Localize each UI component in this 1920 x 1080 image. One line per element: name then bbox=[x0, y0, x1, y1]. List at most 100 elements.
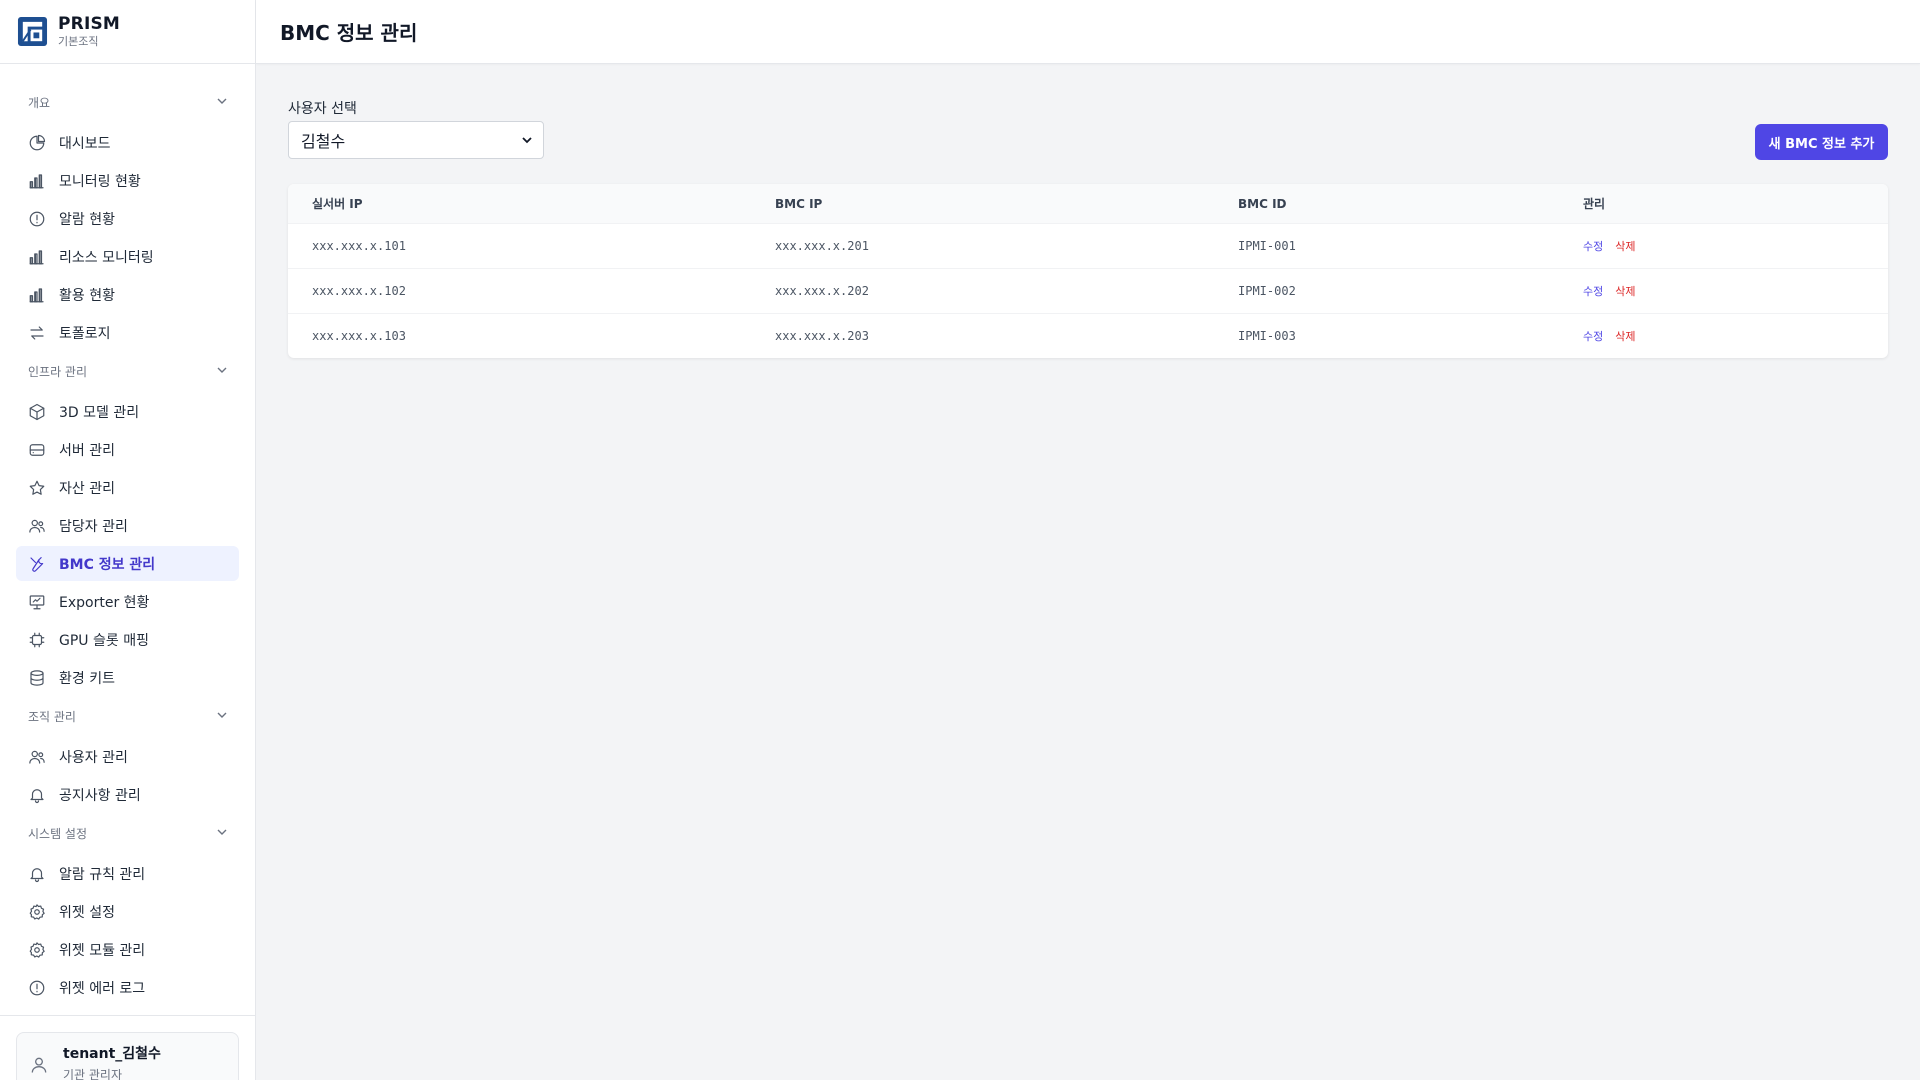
nav-section: 인프라 관리 3D 모델 관리서버 관리자산 관리담당자 관리 BMC 정보 관리 E… bbox=[16, 356, 239, 695]
sidebar-item[interactable]: 활용 현황 bbox=[16, 277, 239, 312]
nav-section-header[interactable]: 개요 bbox=[16, 87, 239, 117]
sidebar-item[interactable]: 담당자 관리 bbox=[16, 508, 239, 543]
user-select-label: 사용자 선택 bbox=[288, 101, 357, 117]
sidebar-item[interactable]: 위젯 에러 로그 bbox=[16, 970, 239, 1005]
alert-circle-icon bbox=[28, 210, 46, 228]
sidebar-item[interactable]: 모니터링 현황 bbox=[16, 163, 239, 198]
nav-section: 개요대시보드모니터링 현황알람 현황리소스 모니터링활용 현황토폴로지 bbox=[16, 87, 239, 350]
row-actions: 수정 삭제 bbox=[1559, 238, 1888, 254]
sidebar-item[interactable]: 위젯 설정 bbox=[16, 894, 239, 929]
sidebar-item-label: 위젯 설정 bbox=[59, 904, 115, 921]
nav-section-header[interactable]: 인프라 관리 bbox=[16, 356, 239, 386]
nav-section: 조직 관리사용자 관리공지사항 관리 bbox=[16, 701, 239, 812]
edit-link[interactable]: 수정 bbox=[1583, 283, 1603, 299]
nav-section-header[interactable]: 시스템 설정 bbox=[16, 818, 239, 848]
table-row: xxx.xxx.x.101 xxx.xxx.x.201 IPMI-001 수정 삭제 bbox=[288, 223, 1888, 268]
divider bbox=[0, 1015, 255, 1016]
sidebar-item[interactable]: 자산 관리 bbox=[16, 470, 239, 505]
header-actions: 관리 bbox=[1583, 197, 1606, 211]
user-select[interactable]: 김철수 bbox=[288, 121, 544, 159]
sidebar-item-label: 대시보드 bbox=[59, 135, 111, 152]
arrows-swap-icon bbox=[28, 324, 46, 342]
bell-icon bbox=[28, 865, 46, 883]
user-name: tenant_김철수 bbox=[63, 1046, 161, 1062]
users-icon bbox=[28, 748, 46, 766]
header-bmc-ip[interactable]: BMC IP bbox=[751, 197, 1214, 211]
gear-icon bbox=[28, 941, 46, 959]
add-bmc-button[interactable]: 새 BMC 정보 추가 bbox=[1755, 124, 1888, 160]
bmc-ip-cell: xxx.xxx.x.202 bbox=[775, 284, 869, 298]
delete-link[interactable]: 삭제 bbox=[1615, 328, 1635, 344]
gear-icon bbox=[28, 903, 46, 921]
table-row: xxx.xxx.x.102 xxx.xxx.x.202 IPMI-002 수정 삭제 bbox=[288, 268, 1888, 313]
sidebar-item[interactable]: 알람 규칙 관리 bbox=[16, 856, 239, 891]
sidebar-item-label: 토폴로지 bbox=[59, 325, 111, 342]
user-role: 기관 관리자 bbox=[63, 1068, 123, 1080]
sidebar-item-label: 사용자 관리 bbox=[59, 749, 128, 766]
nav-section-label: 인프라 관리 bbox=[28, 364, 88, 379]
sidebar-item-label: BMC 정보 관리 bbox=[59, 556, 156, 573]
chevron-down-icon bbox=[215, 825, 229, 842]
sidebar-item-label: 공지사항 관리 bbox=[59, 787, 141, 804]
sidebar-item-label: 환경 키트 bbox=[59, 670, 115, 687]
sidebar-item-label: GPU 슬롯 매핑 bbox=[59, 632, 149, 649]
header-server-ip[interactable]: 실서버 IP bbox=[288, 195, 751, 212]
database-icon bbox=[28, 669, 46, 687]
sidebar-item[interactable]: 환경 키트 bbox=[16, 660, 239, 695]
sidebar-item[interactable]: GPU 슬롯 매핑 bbox=[16, 622, 239, 657]
sidebar-item[interactable]: 위젯 모듈 관리 bbox=[16, 932, 239, 967]
bmc-table: 실서버 IP BMC IP BMC ID 관리 xxx.xxx.x.101 xxx… bbox=[288, 184, 1888, 358]
nav-section-label: 시스템 설정 bbox=[28, 826, 88, 841]
brand[interactable]: PRISM 기본조직 bbox=[0, 0, 255, 64]
server-ip-cell: xxx.xxx.x.103 bbox=[312, 329, 406, 343]
nav-section-header[interactable]: 조직 관리 bbox=[16, 701, 239, 731]
sidebar-item[interactable]: BMC 정보 관리 bbox=[16, 546, 239, 581]
chevron-down-icon bbox=[215, 708, 229, 725]
sidebar-item[interactable]: 3D 모델 관리 bbox=[16, 394, 239, 429]
sidebar-item-label: 자산 관리 bbox=[59, 480, 115, 497]
sidebar-item[interactable]: 사용자 관리 bbox=[16, 739, 239, 774]
edit-link[interactable]: 수정 bbox=[1583, 238, 1603, 254]
brand-subtitle: 기본조직 bbox=[58, 35, 99, 48]
users-icon bbox=[28, 517, 46, 535]
cube-icon bbox=[28, 403, 46, 421]
sidebar-item-label: 3D 모델 관리 bbox=[59, 404, 140, 421]
sidebar-item[interactable]: 서버 관리 bbox=[16, 432, 239, 467]
alert-circle-icon bbox=[28, 979, 46, 997]
delete-link[interactable]: 삭제 bbox=[1615, 283, 1635, 299]
sidebar-item[interactable]: Exporter 현황 bbox=[16, 584, 239, 619]
pie-chart-icon bbox=[28, 134, 46, 152]
chip-icon bbox=[28, 631, 46, 649]
server-ip-cell: xxx.xxx.x.102 bbox=[312, 284, 406, 298]
bar-chart-icon bbox=[28, 248, 46, 266]
sidebar-item-label: 담당자 관리 bbox=[59, 518, 128, 535]
sidebar-item[interactable]: 공지사항 관리 bbox=[16, 777, 239, 812]
chevron-down-icon bbox=[215, 363, 229, 380]
sidebar: PRISM 기본조직 개요대시보드모니터링 현황알람 현황리소스 모니터링활용 … bbox=[0, 0, 256, 1080]
bar-chart-icon bbox=[28, 172, 46, 190]
chevron-down-icon bbox=[522, 137, 532, 144]
user-profile-card[interactable]: tenant_김철수 기관 관리자 bbox=[16, 1032, 239, 1080]
sidebar-item-label: 리소스 모니터링 bbox=[59, 249, 154, 266]
nav-section-label: 조직 관리 bbox=[28, 709, 76, 724]
row-actions: 수정 삭제 bbox=[1559, 328, 1888, 344]
bell-icon bbox=[28, 786, 46, 804]
table-body: xxx.xxx.x.101 xxx.xxx.x.201 IPMI-001 수정 삭제 xx… bbox=[288, 223, 1888, 358]
header-bmc-id[interactable]: BMC ID bbox=[1214, 197, 1559, 211]
delete-link[interactable]: 삭제 bbox=[1615, 238, 1635, 254]
sidebar-item[interactable]: 대시보드 bbox=[16, 125, 239, 160]
sidebar-item-label: 알람 현황 bbox=[59, 211, 115, 228]
sidebar-item[interactable]: 토폴로지 bbox=[16, 315, 239, 350]
bmc-ip-cell: xxx.xxx.x.203 bbox=[775, 329, 869, 343]
prism-logo-icon bbox=[17, 16, 48, 47]
wrench-icon bbox=[28, 555, 46, 573]
sidebar-item-label: 알람 규칙 관리 bbox=[59, 866, 146, 883]
server-ip-cell: xxx.xxx.x.101 bbox=[312, 239, 406, 253]
sidebar-nav: 개요대시보드모니터링 현황알람 현황리소스 모니터링활용 현황토폴로지인프라 관… bbox=[16, 87, 239, 1008]
sidebar-item[interactable]: 알람 현황 bbox=[16, 201, 239, 236]
bmc-id-cell: IPMI-001 bbox=[1238, 239, 1296, 253]
edit-link[interactable]: 수정 bbox=[1583, 328, 1603, 344]
table-header: 실서버 IP BMC IP BMC ID 관리 bbox=[288, 184, 1888, 223]
row-actions: 수정 삭제 bbox=[1559, 283, 1888, 299]
sidebar-item[interactable]: 리소스 모니터링 bbox=[16, 239, 239, 274]
